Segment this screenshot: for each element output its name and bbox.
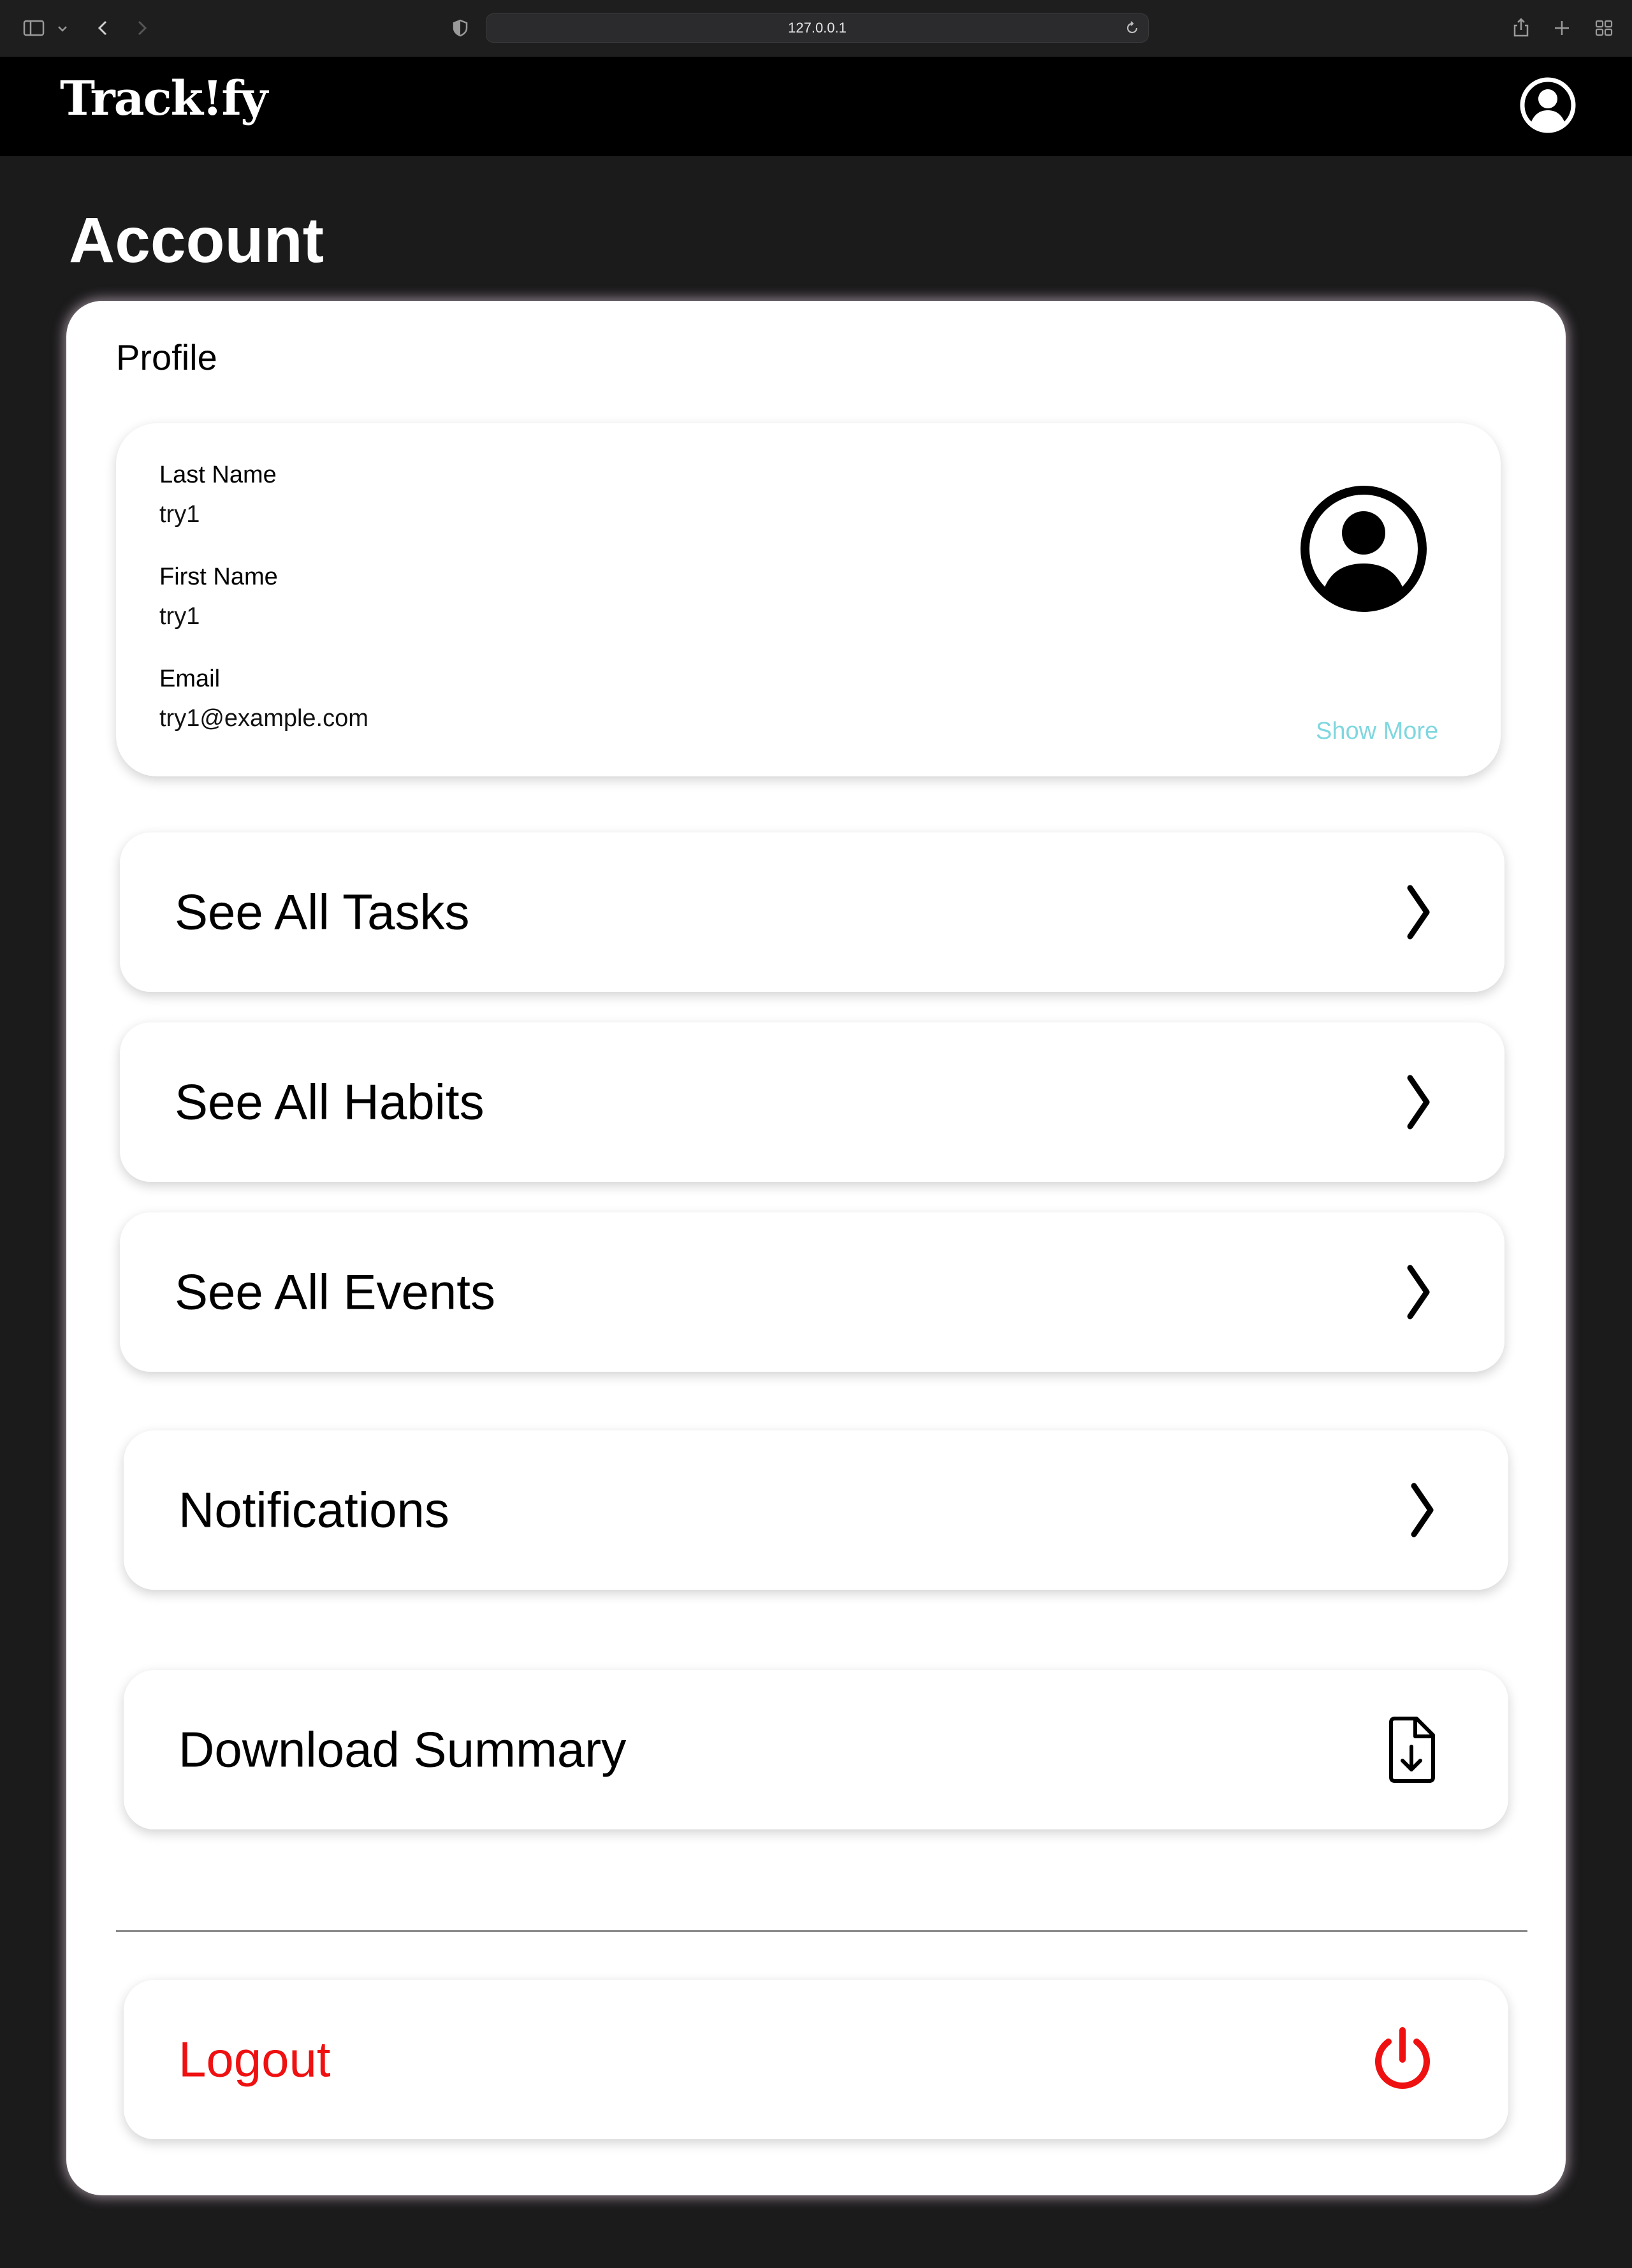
profile-card: Last Name try1 First Name try1 Email try… — [116, 423, 1501, 776]
power-icon — [1375, 2027, 1430, 2089]
page-title: Account — [69, 205, 324, 276]
chevron-right-icon — [1407, 1075, 1430, 1130]
email-value: try1@example.com — [159, 705, 368, 732]
show-more-link[interactable]: Show More — [1316, 718, 1438, 745]
address-bar[interactable]: 127.0.0.1 — [486, 13, 1149, 43]
see-all-tasks-button[interactable]: See All Tasks — [120, 832, 1504, 992]
reload-icon[interactable] — [1124, 20, 1140, 36]
first-name-value: try1 — [159, 603, 200, 630]
account-icon[interactable] — [1517, 75, 1578, 136]
notifications-label: Notifications — [178, 1481, 449, 1538]
section-divider — [116, 1930, 1527, 1932]
logout-label: Logout — [178, 2031, 331, 2088]
profile-section-title: Profile — [116, 337, 217, 377]
chevron-down-icon[interactable] — [54, 15, 71, 41]
last-name-value: try1 — [159, 501, 200, 528]
logo-text: Track!fy — [60, 71, 268, 126]
account-panel: Profile Last Name try1 First Name try1 E… — [66, 301, 1566, 2195]
notifications-button[interactable]: Notifications — [124, 1430, 1508, 1590]
new-tab-icon[interactable] — [1549, 15, 1575, 41]
chevron-right-icon — [1407, 1265, 1430, 1319]
first-name-label: First Name — [159, 563, 278, 590]
tab-overview-icon[interactable] — [1591, 15, 1617, 41]
see-all-tasks-label: See All Tasks — [175, 883, 470, 940]
download-summary-label: Download Summary — [178, 1721, 627, 1778]
url-text: 127.0.0.1 — [788, 20, 847, 36]
share-icon[interactable] — [1508, 15, 1534, 41]
file-download-icon — [1389, 1717, 1435, 1783]
see-all-events-label: See All Events — [175, 1263, 495, 1320]
forward-icon[interactable] — [129, 15, 154, 41]
profile-avatar-icon — [1300, 486, 1427, 612]
logout-button[interactable]: Logout — [124, 1980, 1508, 2139]
sidebar-toggle-icon[interactable] — [22, 15, 47, 41]
chevron-right-icon — [1411, 1483, 1434, 1537]
shield-icon[interactable] — [448, 15, 473, 41]
last-name-label: Last Name — [159, 462, 277, 488]
email-label: Email — [159, 665, 221, 692]
browser-toolbar: 127.0.0.1 — [0, 0, 1632, 57]
see-all-events-button[interactable]: See All Events — [120, 1212, 1504, 1372]
see-all-habits-label: See All Habits — [175, 1073, 484, 1130]
chevron-right-icon — [1407, 885, 1430, 940]
app-logo[interactable]: Track!fy — [60, 71, 268, 126]
download-summary-button[interactable]: Download Summary — [124, 1670, 1508, 1829]
back-icon[interactable] — [91, 15, 116, 41]
see-all-habits-button[interactable]: See All Habits — [120, 1022, 1504, 1182]
